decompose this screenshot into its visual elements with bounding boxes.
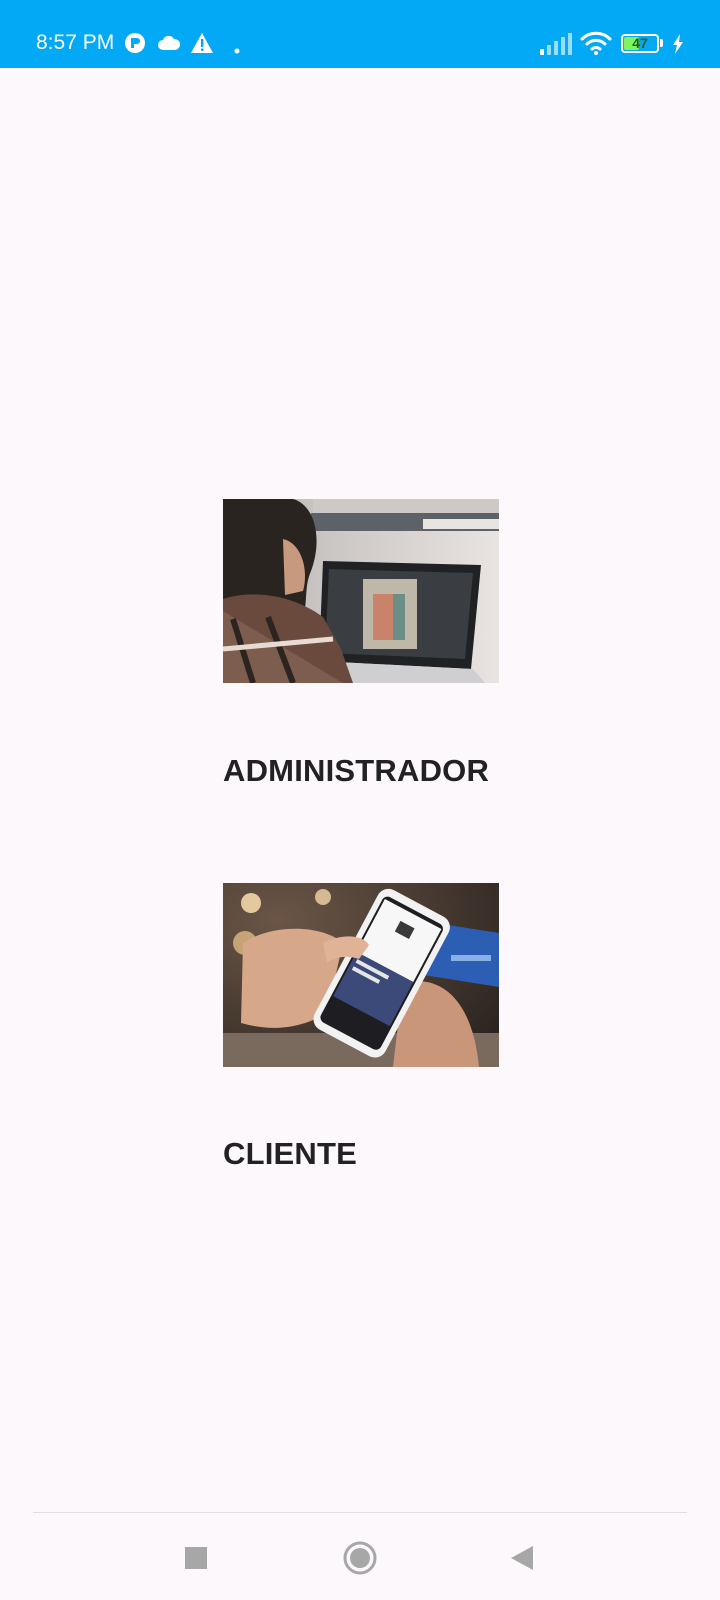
- client-image[interactable]: [223, 883, 499, 1067]
- battery-level: 47: [632, 35, 648, 51]
- home-icon: [343, 1541, 377, 1575]
- back-icon: [511, 1546, 533, 1570]
- admin-role-card[interactable]: ADMINISTRADOR: [223, 499, 499, 788]
- battery-tip: [660, 39, 663, 47]
- recents-icon: [185, 1547, 207, 1569]
- home-button[interactable]: [330, 1536, 390, 1580]
- wifi-icon: [580, 31, 612, 60]
- admin-image[interactable]: [223, 499, 499, 683]
- dot-icon: [234, 41, 240, 59]
- admin-label[interactable]: ADMINISTRADOR: [223, 753, 489, 789]
- status-bar: 8:57 PM 47: [0, 0, 720, 68]
- signal-icon: [540, 33, 572, 60]
- warning-icon: [190, 32, 214, 59]
- cloud-icon: [157, 35, 181, 56]
- app-notification-icon: [124, 32, 146, 59]
- client-label[interactable]: CLIENTE: [223, 1136, 357, 1172]
- status-time: 8:57 PM: [36, 31, 115, 54]
- recents-button[interactable]: [166, 1536, 226, 1580]
- nav-divider: [33, 1512, 687, 1513]
- back-button[interactable]: [490, 1536, 550, 1580]
- client-role-card[interactable]: CLIENTE: [223, 883, 499, 1171]
- charging-icon: [672, 34, 684, 59]
